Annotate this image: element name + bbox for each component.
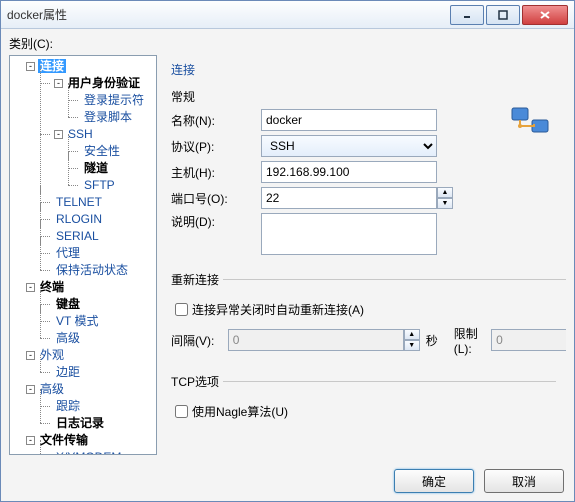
name-label: 名称(N):: [171, 112, 261, 129]
host-label: 主机(H):: [171, 164, 261, 181]
tree-node-trace[interactable]: 跟踪: [54, 399, 82, 413]
group-reconnect-label: 重新连接: [171, 271, 223, 288]
tree-node-terminal[interactable]: 终端: [38, 280, 66, 294]
expand-toggle[interactable]: -: [54, 130, 63, 139]
limit-label: 限制(L):: [454, 325, 485, 356]
tree-node-logging[interactable]: 日志记录: [54, 416, 106, 430]
category-tree-pane: -连接 -用户身份验证 登录提示符 登录脚本 -SSH: [9, 55, 157, 455]
minimize-button[interactable]: [450, 5, 484, 25]
expand-toggle[interactable]: -: [26, 436, 35, 445]
tree-node-security[interactable]: 安全性: [82, 144, 122, 158]
name-input[interactable]: [261, 109, 437, 131]
tree-node-user-auth[interactable]: 用户身份验证: [66, 76, 142, 90]
host-input[interactable]: [261, 161, 437, 183]
category-label: 类别(C):: [9, 35, 566, 52]
tree-node-advanced-term[interactable]: 高级: [54, 331, 82, 345]
content-pane: 连接 常规 名称(N): 协议(P): SSH: [157, 55, 566, 455]
tree-node-keepalive[interactable]: 保持活动状态: [54, 263, 130, 277]
interval-spin-up[interactable]: ▲: [404, 329, 420, 340]
nagle-checkbox-label: 使用Nagle算法(U): [192, 403, 288, 420]
dialog-footer: 确定 取消: [394, 469, 564, 493]
expand-toggle[interactable]: -: [26, 351, 35, 360]
tree-node-advanced[interactable]: 高级: [38, 382, 66, 396]
port-label: 端口号(O):: [171, 190, 261, 207]
reconnect-checkbox[interactable]: [175, 303, 188, 316]
category-tree[interactable]: -连接 -用户身份验证 登录提示符 登录脚本 -SSH: [10, 58, 156, 455]
maximize-button[interactable]: [486, 5, 520, 25]
expand-toggle[interactable]: -: [26, 283, 35, 292]
tree-node-rlogin[interactable]: RLOGIN: [54, 212, 104, 226]
description-textarea[interactable]: [261, 213, 437, 255]
close-button[interactable]: [522, 5, 568, 25]
tree-node-margin[interactable]: 边距: [54, 365, 82, 379]
cancel-button[interactable]: 取消: [484, 469, 564, 493]
tree-node-tunnel[interactable]: 隧道: [82, 161, 110, 175]
seconds-label: 秒: [426, 332, 438, 349]
interval-spin-down[interactable]: ▼: [404, 340, 420, 351]
tree-node-serial[interactable]: SERIAL: [54, 229, 101, 243]
group-general-label: 常规: [171, 88, 504, 105]
group-tcp-label: TCP选项: [171, 373, 223, 390]
dialog-body: 类别(C): -连接 -用户身份验证 登录提示符 登录脚本: [1, 29, 574, 501]
tree-node-sftp[interactable]: SFTP: [82, 178, 117, 192]
reconnect-checkbox-label: 连接异常关闭时自动重新连接(A): [192, 301, 364, 318]
tree-node-proxy[interactable]: 代理: [54, 246, 82, 260]
group-tcp: TCP选项 使用Nagle算法(U): [171, 373, 556, 425]
protocol-label: 协议(P):: [171, 138, 261, 155]
window-title: docker属性: [7, 6, 450, 23]
port-input[interactable]: [261, 187, 437, 209]
group-reconnect: 重新连接 连接异常关闭时自动重新连接(A) 间隔(V): ▲▼ 秒 限制(L):: [171, 271, 566, 361]
titlebar: docker属性: [1, 1, 574, 29]
section-title: 连接: [171, 61, 556, 78]
tree-node-login-prompt[interactable]: 登录提示符: [82, 93, 146, 107]
tree-node-vt[interactable]: VT 模式: [54, 314, 100, 328]
interval-label: 间隔(V):: [171, 332, 228, 349]
tree-node-keyboard[interactable]: 键盘: [54, 297, 82, 311]
expand-toggle[interactable]: -: [26, 62, 35, 71]
description-label: 说明(D):: [171, 213, 261, 230]
port-spin-up[interactable]: ▲: [437, 187, 453, 198]
ok-button[interactable]: 确定: [394, 469, 474, 493]
window-controls: [450, 5, 568, 25]
port-spin-down[interactable]: ▼: [437, 198, 453, 209]
protocol-select[interactable]: SSH: [261, 135, 437, 157]
nagle-checkbox[interactable]: [175, 405, 188, 418]
interval-input[interactable]: [228, 329, 404, 351]
tree-node-appearance[interactable]: 外观: [38, 348, 66, 362]
tree-node-connection[interactable]: 连接: [38, 59, 66, 73]
tree-node-telnet[interactable]: TELNET: [54, 195, 104, 209]
expand-toggle[interactable]: -: [26, 385, 35, 394]
network-icon: [510, 106, 550, 143]
expand-toggle[interactable]: -: [54, 79, 63, 88]
tree-node-login-script[interactable]: 登录脚本: [82, 110, 134, 124]
tree-node-xymodem[interactable]: X/YMODEM: [54, 450, 123, 455]
tree-node-ssh[interactable]: SSH: [66, 127, 95, 141]
limit-input[interactable]: [491, 329, 566, 351]
tree-node-file-transfer[interactable]: 文件传输: [38, 433, 90, 447]
dialog-window: docker属性 类别(C): -连接 -用户身份验证 登: [0, 0, 575, 502]
